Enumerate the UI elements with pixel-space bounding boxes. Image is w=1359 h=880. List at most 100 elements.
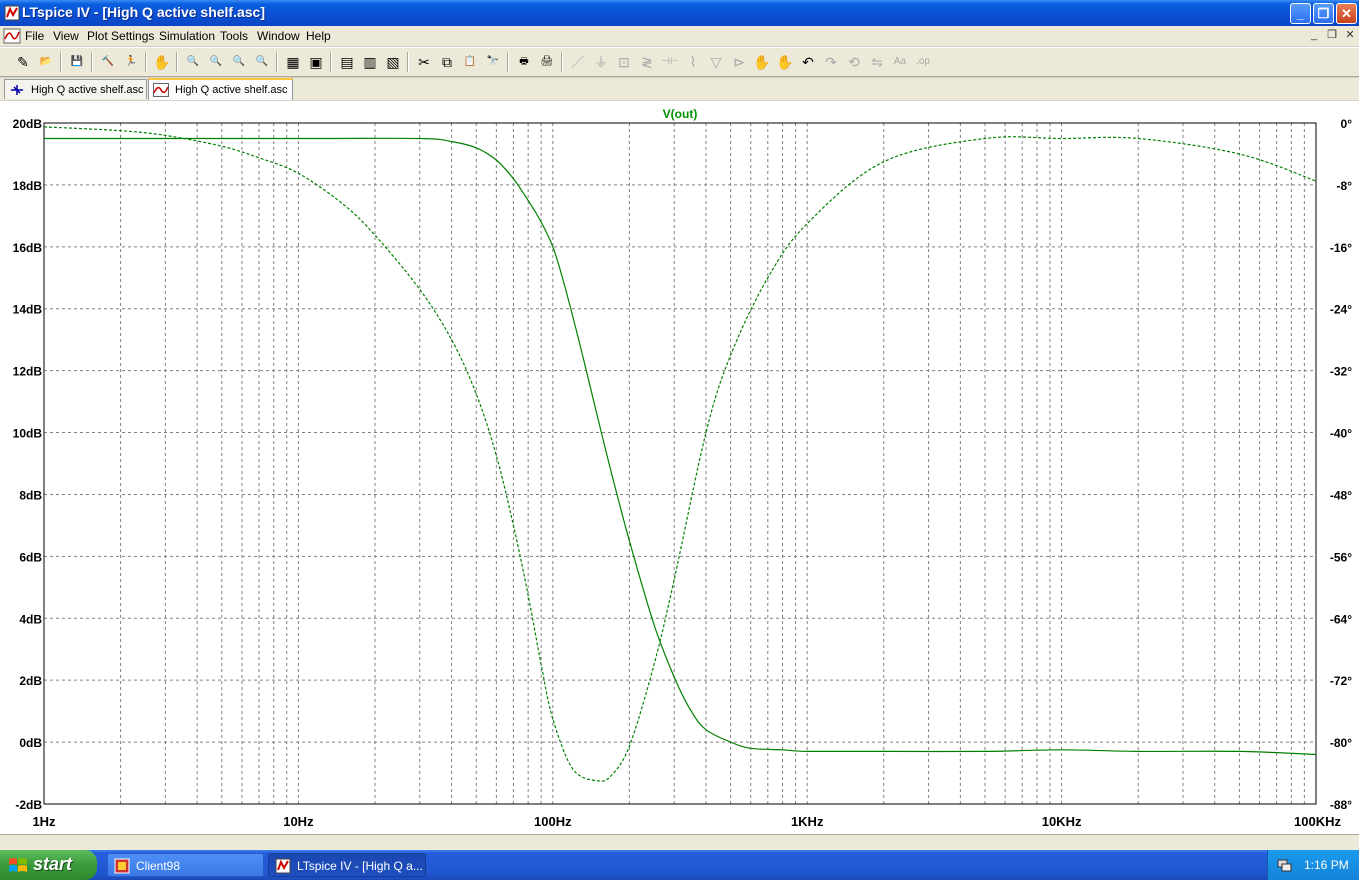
y-right-tick-label: -64° xyxy=(1330,612,1352,626)
y-left-tick-label: 18dB xyxy=(13,179,43,193)
print-setup-icon[interactable]: 🖶 xyxy=(514,52,534,72)
system-tray: 1:16 PM xyxy=(1267,850,1359,880)
toolbar-separator xyxy=(276,52,278,72)
start-label: start xyxy=(33,854,73,874)
y-right-tick-label: -88° xyxy=(1330,798,1352,812)
redo-icon[interactable]: ↷ xyxy=(821,52,841,72)
y-left-tick-label: 6dB xyxy=(19,550,42,564)
toolbar-separator xyxy=(91,52,93,72)
menu-file[interactable]: File xyxy=(25,29,44,43)
tile-vertical-icon[interactable]: ▧ xyxy=(383,52,403,72)
rotate-icon[interactable]: ⟲ xyxy=(844,52,864,72)
y-right-tick-label: -56° xyxy=(1330,550,1352,564)
print-icon[interactable]: 🖨 xyxy=(537,52,557,72)
move-icon[interactable]: ✋ xyxy=(752,52,772,72)
toolbar: ✎ 📂 💾 🔨 🏃 ✋ 🔍 🔍 🔍 🔍 ▦ ▣ ▤ ▥ ▧ ✂ ⧉ 📋 🔭 🖶 🖨 ／ ⏚ ⊡ ≷ ⊣⊢ ⌇ ▽ ⊳ ✋ ✋ ↶ ↷ ⟲ ⇋ Aa .o… xyxy=(0,47,1359,77)
cut-icon[interactable]: ✂ xyxy=(414,52,434,72)
y-left-tick-label: 2dB xyxy=(19,674,42,688)
zoom-back-icon[interactable]: 🔍 xyxy=(229,52,249,72)
cascade-icon[interactable]: ▥ xyxy=(360,52,380,72)
toolbar-separator xyxy=(407,52,409,72)
y-right-tick-label: -48° xyxy=(1330,488,1352,502)
tile-horizontal-icon[interactable]: ▤ xyxy=(337,52,357,72)
save-icon[interactable]: 💾 xyxy=(67,52,87,72)
mark-unref-icon[interactable]: ▣ xyxy=(306,52,326,72)
menu-simulation[interactable]: Simulation xyxy=(159,29,215,43)
y-right-tick-label: -8° xyxy=(1337,179,1353,193)
tab-bar: High Q active shelf.asc High Q active sh… xyxy=(0,78,1359,100)
tab-schematic[interactable]: High Q active shelf.asc xyxy=(4,79,147,99)
y-left-tick-label: -2dB xyxy=(15,798,42,812)
mirror-icon[interactable]: ⇋ xyxy=(867,52,887,72)
spice-directive-icon[interactable]: .op xyxy=(913,52,933,72)
windows-flag-icon xyxy=(9,858,27,872)
control-panel-icon[interactable]: 🔨 xyxy=(98,52,118,72)
tab-waveform[interactable]: High Q active shelf.asc xyxy=(148,78,293,100)
pan-icon[interactable]: ✋ xyxy=(152,52,172,72)
waveform-viewer[interactable]: 20dB 18dB 16dB 14dB 12dB 10dB 8dB 6dB 4dB 2dB 0dB -… xyxy=(0,101,1359,834)
zoom-in-icon[interactable]: 🔍 xyxy=(183,52,203,72)
x-tick-label: 1Hz xyxy=(32,814,56,829)
y-left-tick-label: 14dB xyxy=(13,303,43,317)
drag-icon[interactable]: ✋ xyxy=(775,52,795,72)
magnitude-trace[interactable] xyxy=(43,137,1317,756)
y-left-tick-label: 8dB xyxy=(19,488,42,502)
x-tick-label: 100Hz xyxy=(534,814,572,829)
resistor-icon[interactable]: ≷ xyxy=(637,52,657,72)
start-button[interactable]: start xyxy=(0,850,97,880)
y-right-tick-label: -32° xyxy=(1330,365,1352,379)
schematic-icon xyxy=(11,85,23,95)
menu-window[interactable]: Window xyxy=(257,29,300,43)
menu-plot-settings[interactable]: Plot Settings xyxy=(87,29,154,43)
toolbar-separator xyxy=(176,52,178,72)
y-left-tick-label: 16dB xyxy=(13,241,43,255)
maximize-button[interactable]: ❐ xyxy=(1313,3,1334,24)
y-left-tick-label: 4dB xyxy=(19,612,42,626)
y-left-tick-label: 20dB xyxy=(13,117,43,131)
wire-icon[interactable]: ／ xyxy=(568,52,588,72)
x-tick-label: 100KHz xyxy=(1294,814,1341,829)
undo-icon[interactable]: ↶ xyxy=(798,52,818,72)
bode-plot[interactable]: 20dB 18dB 16dB 14dB 12dB 10dB 8dB 6dB 4dB 2dB 0dB -… xyxy=(0,101,1359,834)
close-button[interactable]: ✕ xyxy=(1336,3,1357,24)
taskbar-client98[interactable]: Client98 xyxy=(107,853,264,877)
paste-icon[interactable]: 📋 xyxy=(460,52,480,72)
y-right-tick-label: -24° xyxy=(1330,303,1352,317)
menu-help[interactable]: Help xyxy=(306,29,331,43)
inductor-icon[interactable]: ⌇ xyxy=(683,52,703,72)
run-icon[interactable]: 🏃 xyxy=(121,52,141,72)
find-icon[interactable]: 🔭 xyxy=(483,52,503,72)
label-net-icon[interactable]: ⊡ xyxy=(614,52,634,72)
component-icon[interactable]: ⊳ xyxy=(729,52,749,72)
ground-icon[interactable]: ⏚ xyxy=(591,52,611,72)
minimize-button[interactable]: _ xyxy=(1290,3,1311,24)
autorange-icon[interactable]: ▦ xyxy=(283,52,303,72)
title-bar[interactable]: LTspice IV - [High Q active shelf.asc] _… xyxy=(0,0,1359,26)
waveform-doc-icon[interactable] xyxy=(3,27,21,45)
zoom-out-icon[interactable]: 🔍 xyxy=(206,52,226,72)
mdi-close-button[interactable]: ✕ xyxy=(1343,28,1357,42)
trace-title[interactable]: V(out) xyxy=(663,107,698,121)
mdi-restore-button[interactable]: ❐ xyxy=(1325,28,1339,42)
network-icon[interactable] xyxy=(1276,857,1292,873)
taskbar: start Client98 LTspice IV - [High Q a...… xyxy=(0,850,1359,880)
taskbar-ltspice[interactable]: LTspice IV - [High Q a... xyxy=(268,853,426,877)
clock[interactable]: 1:16 PM xyxy=(1304,858,1349,872)
menu-view[interactable]: View xyxy=(53,29,79,43)
zoom-fit-icon[interactable]: 🔍 xyxy=(252,52,272,72)
open-icon[interactable]: 📂 xyxy=(36,52,56,72)
phase-trace[interactable] xyxy=(43,126,1317,782)
menu-tools[interactable]: Tools xyxy=(220,29,248,43)
text-icon[interactable]: Aa xyxy=(890,52,910,72)
ltspice-taskbar-icon xyxy=(275,858,291,874)
diode-icon[interactable]: ▽ xyxy=(706,52,726,72)
copy-icon[interactable]: ⧉ xyxy=(437,52,457,72)
ltspice-app-icon xyxy=(4,5,20,21)
x-tick-label: 10KHz xyxy=(1042,814,1082,829)
waveform-icon xyxy=(153,83,169,97)
taskbar-client98-label: Client98 xyxy=(136,859,181,873)
status-strip xyxy=(0,834,1359,850)
capacitor-icon[interactable]: ⊣⊢ xyxy=(660,52,680,72)
mdi-minimize-button[interactable]: _ xyxy=(1307,28,1321,42)
new-schematic-icon[interactable]: ✎ xyxy=(13,52,33,72)
